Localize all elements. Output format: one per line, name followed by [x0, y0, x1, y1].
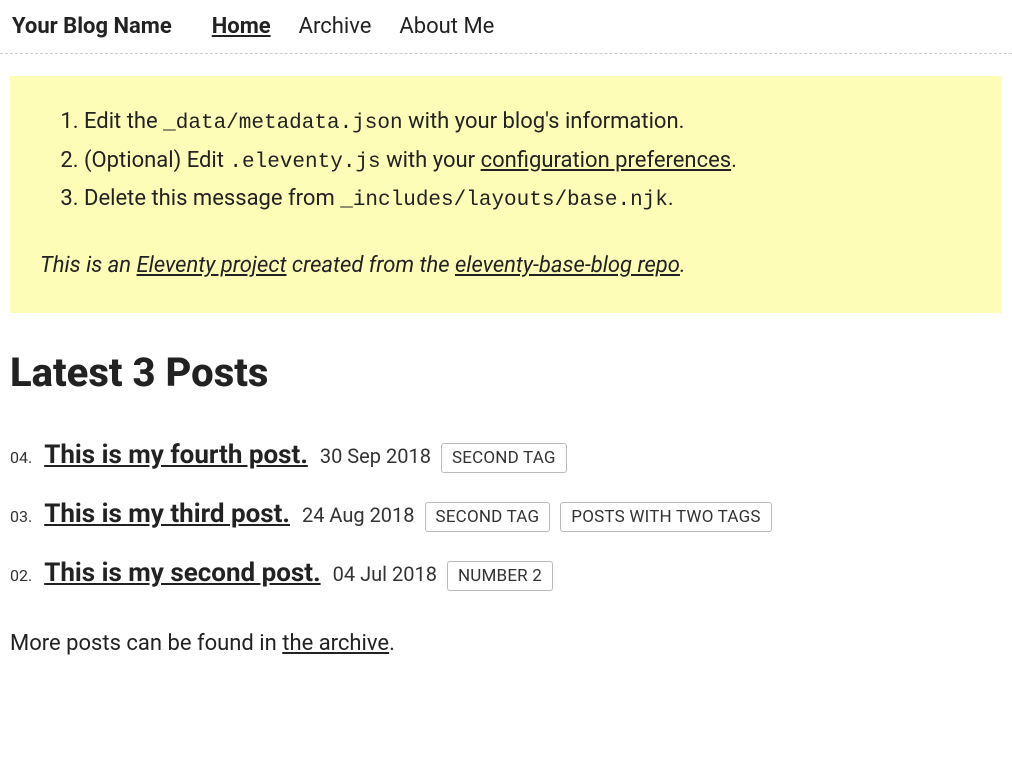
post-title-link[interactable]: This is my third post. — [44, 499, 290, 529]
post-date: 30 Sep 2018 — [320, 444, 431, 468]
main-nav: Home Archive About Me — [212, 14, 495, 39]
eleventy-project-link[interactable]: Eleventy project — [137, 253, 287, 278]
post-date: 24 Aug 2018 — [302, 503, 415, 527]
post-title-link[interactable]: This is my second post. — [44, 558, 320, 588]
post-number: 03. — [10, 507, 32, 526]
site-header: Your Blog Name Home Archive About Me — [0, 0, 1012, 54]
text: . — [731, 148, 737, 173]
text: More posts can be found in — [10, 631, 282, 656]
setup-step-2: (Optional) Edit .eleventy.js with your c… — [84, 143, 972, 180]
nav-home[interactable]: Home — [212, 14, 271, 39]
code-path: .eleventy.js — [229, 151, 380, 174]
more-posts: More posts can be found in the archive. — [10, 631, 1002, 656]
text: . — [680, 253, 686, 278]
post-number: 04. — [10, 448, 32, 467]
text: with your blog's information. — [403, 109, 685, 134]
post-date: 04 Jul 2018 — [333, 562, 437, 586]
text: (Optional) Edit — [84, 148, 229, 173]
text: Delete this message from — [84, 186, 340, 211]
post-title-link[interactable]: This is my fourth post. — [44, 440, 308, 470]
text: created from the — [287, 253, 455, 278]
text: Edit the — [84, 109, 163, 134]
base-blog-repo-link[interactable]: eleventy-base-blog repo — [455, 253, 680, 278]
nav-archive[interactable]: Archive — [299, 14, 372, 39]
notice-footer: This is an Eleventy project created from… — [40, 248, 972, 283]
config-preferences-link[interactable]: configuration preferences — [481, 148, 732, 173]
tag-link[interactable]: POSTS WITH TWO TAGS — [560, 502, 771, 532]
archive-link[interactable]: the archive — [282, 631, 389, 656]
tag-link[interactable]: SECOND TAG — [441, 443, 567, 473]
text: This is an — [40, 253, 137, 278]
post-list: 04. This is my fourth post. 30 Sep 2018 … — [10, 440, 1002, 591]
nav-about[interactable]: About Me — [399, 14, 494, 39]
tag-link[interactable]: SECOND TAG — [425, 502, 551, 532]
main-content: Latest 3 Posts 04. This is my fourth pos… — [0, 349, 1012, 656]
post-item: 03. This is my third post. 24 Aug 2018 S… — [10, 499, 1002, 532]
code-path: _data/metadata.json — [163, 112, 402, 135]
section-title: Latest 3 Posts — [10, 349, 1002, 396]
setup-steps: Edit the _data/metadata.json with your b… — [40, 104, 972, 218]
text: with your — [381, 148, 481, 173]
code-path: _includes/layouts/base.njk — [340, 189, 668, 212]
text: . — [668, 186, 674, 211]
setup-step-3: Delete this message from _includes/layou… — [84, 181, 972, 218]
text: . — [389, 631, 395, 656]
setup-step-1: Edit the _data/metadata.json with your b… — [84, 104, 972, 141]
post-number: 02. — [10, 566, 32, 585]
site-brand: Your Blog Name — [12, 14, 172, 39]
tag-link[interactable]: NUMBER 2 — [447, 561, 553, 591]
post-item: 04. This is my fourth post. 30 Sep 2018 … — [10, 440, 1002, 473]
post-item: 02. This is my second post. 04 Jul 2018 … — [10, 558, 1002, 591]
setup-notice: Edit the _data/metadata.json with your b… — [10, 76, 1002, 313]
